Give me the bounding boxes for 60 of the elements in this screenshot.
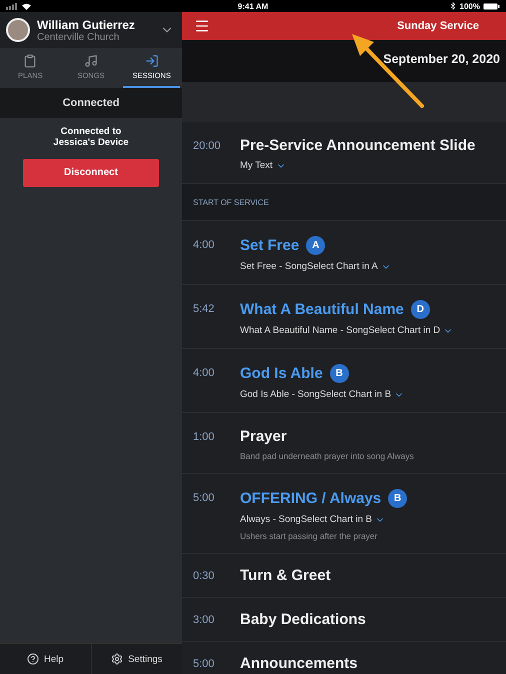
clipboard-icon <box>23 54 38 68</box>
plan-title: Sunday Service <box>397 20 479 32</box>
battery-percent: 100% <box>460 2 480 10</box>
key-badge: B <box>330 364 349 383</box>
item-title: OFFERING / Always <box>240 490 382 507</box>
plan-item[interactable]: 5:00 OFFERING / Always B Always - SongSelect Chart in B Ushers start passing after the prayer <box>182 474 506 554</box>
item-note: Band pad underneath prayer into song Always <box>240 451 414 461</box>
section-title: Connected <box>0 88 182 118</box>
item-title: Turn & Greet <box>240 567 331 584</box>
bluetooth-icon <box>448 2 457 10</box>
connection-message: Connected to <box>60 126 122 138</box>
status-time: 9:41 AM <box>238 2 268 10</box>
section-header: START OF SERVICE <box>193 198 269 206</box>
item-title: Baby Dedications <box>240 611 366 628</box>
plan-item[interactable]: 5:00 Announcements <box>182 642 506 674</box>
item-title: Prayer <box>240 428 287 445</box>
help-icon <box>26 653 39 665</box>
item-title: Set Free <box>240 237 300 254</box>
item-duration: 0:30 <box>192 569 216 584</box>
arrangement-selector[interactable]: Always - SongSelect Chart in B <box>240 514 408 525</box>
connection-message: Jessica's Device <box>53 137 129 149</box>
door-arrow-icon <box>144 54 159 68</box>
disconnect-button[interactable]: Disconnect <box>23 158 159 187</box>
arrangement-selector[interactable]: Set Free - SongSelect Chart in A <box>240 261 391 272</box>
wifi-icon <box>22 2 31 10</box>
music-note-icon <box>84 54 98 68</box>
item-duration: 1:00 <box>192 430 216 445</box>
organization-name: Centerville Church <box>37 32 120 42</box>
item-duration: 5:00 <box>192 657 216 672</box>
plan-item[interactable]: 4:00 God Is Able B God Is Able - SongSelect Chart in B <box>182 349 506 413</box>
plan-item[interactable]: 5:42 What A Beautiful Name D What A Beautiful Name - SongSelect Chart in D <box>182 285 506 349</box>
item-duration: 5:42 <box>192 302 216 317</box>
arrangement-selector[interactable]: My Text <box>240 160 476 171</box>
item-title: God Is Able <box>240 365 323 382</box>
item-title: Pre-Service Announcement Slide <box>240 137 476 154</box>
plan-item[interactable]: 3:00 Baby Dedications <box>182 598 506 642</box>
battery-icon <box>483 2 500 10</box>
menu-button[interactable] <box>194 18 210 34</box>
key-badge: A <box>306 236 326 255</box>
settings-icon <box>111 653 124 665</box>
plan-date: September 20, 2020 <box>383 52 500 66</box>
item-duration: 5:00 <box>192 491 216 506</box>
arrangement-selector[interactable]: God Is Able - SongSelect Chart in B <box>240 389 404 400</box>
plan-item[interactable]: 4:00 Set Free A Set Free - SongSelect Chart in A <box>182 221 506 285</box>
item-duration: 3:00 <box>192 613 216 628</box>
key-badge: D <box>410 300 430 319</box>
user-name: William Gutierrez <box>37 18 136 32</box>
item-title: What A Beautiful Name <box>240 301 404 318</box>
arrangement-selector[interactable]: What A Beautiful Name - SongSelect Chart in D <box>240 325 454 336</box>
item-note: Ushers start passing after the prayer <box>240 531 378 541</box>
item-duration: 20:00 <box>192 139 222 154</box>
help-button[interactable]: Help <box>0 644 90 674</box>
key-badge: B <box>388 489 408 508</box>
plan-item[interactable]: 1:00 Prayer Band pad underneath prayer into song Always <box>182 413 506 474</box>
item-duration: 4:00 <box>192 238 216 253</box>
item-title: Announcements <box>240 655 358 672</box>
user-avatar <box>6 18 30 42</box>
plan-item[interactable]: 0:30 Turn & Greet <box>182 554 506 598</box>
item-duration: 4:00 <box>192 366 216 381</box>
signal-icon <box>6 2 19 10</box>
